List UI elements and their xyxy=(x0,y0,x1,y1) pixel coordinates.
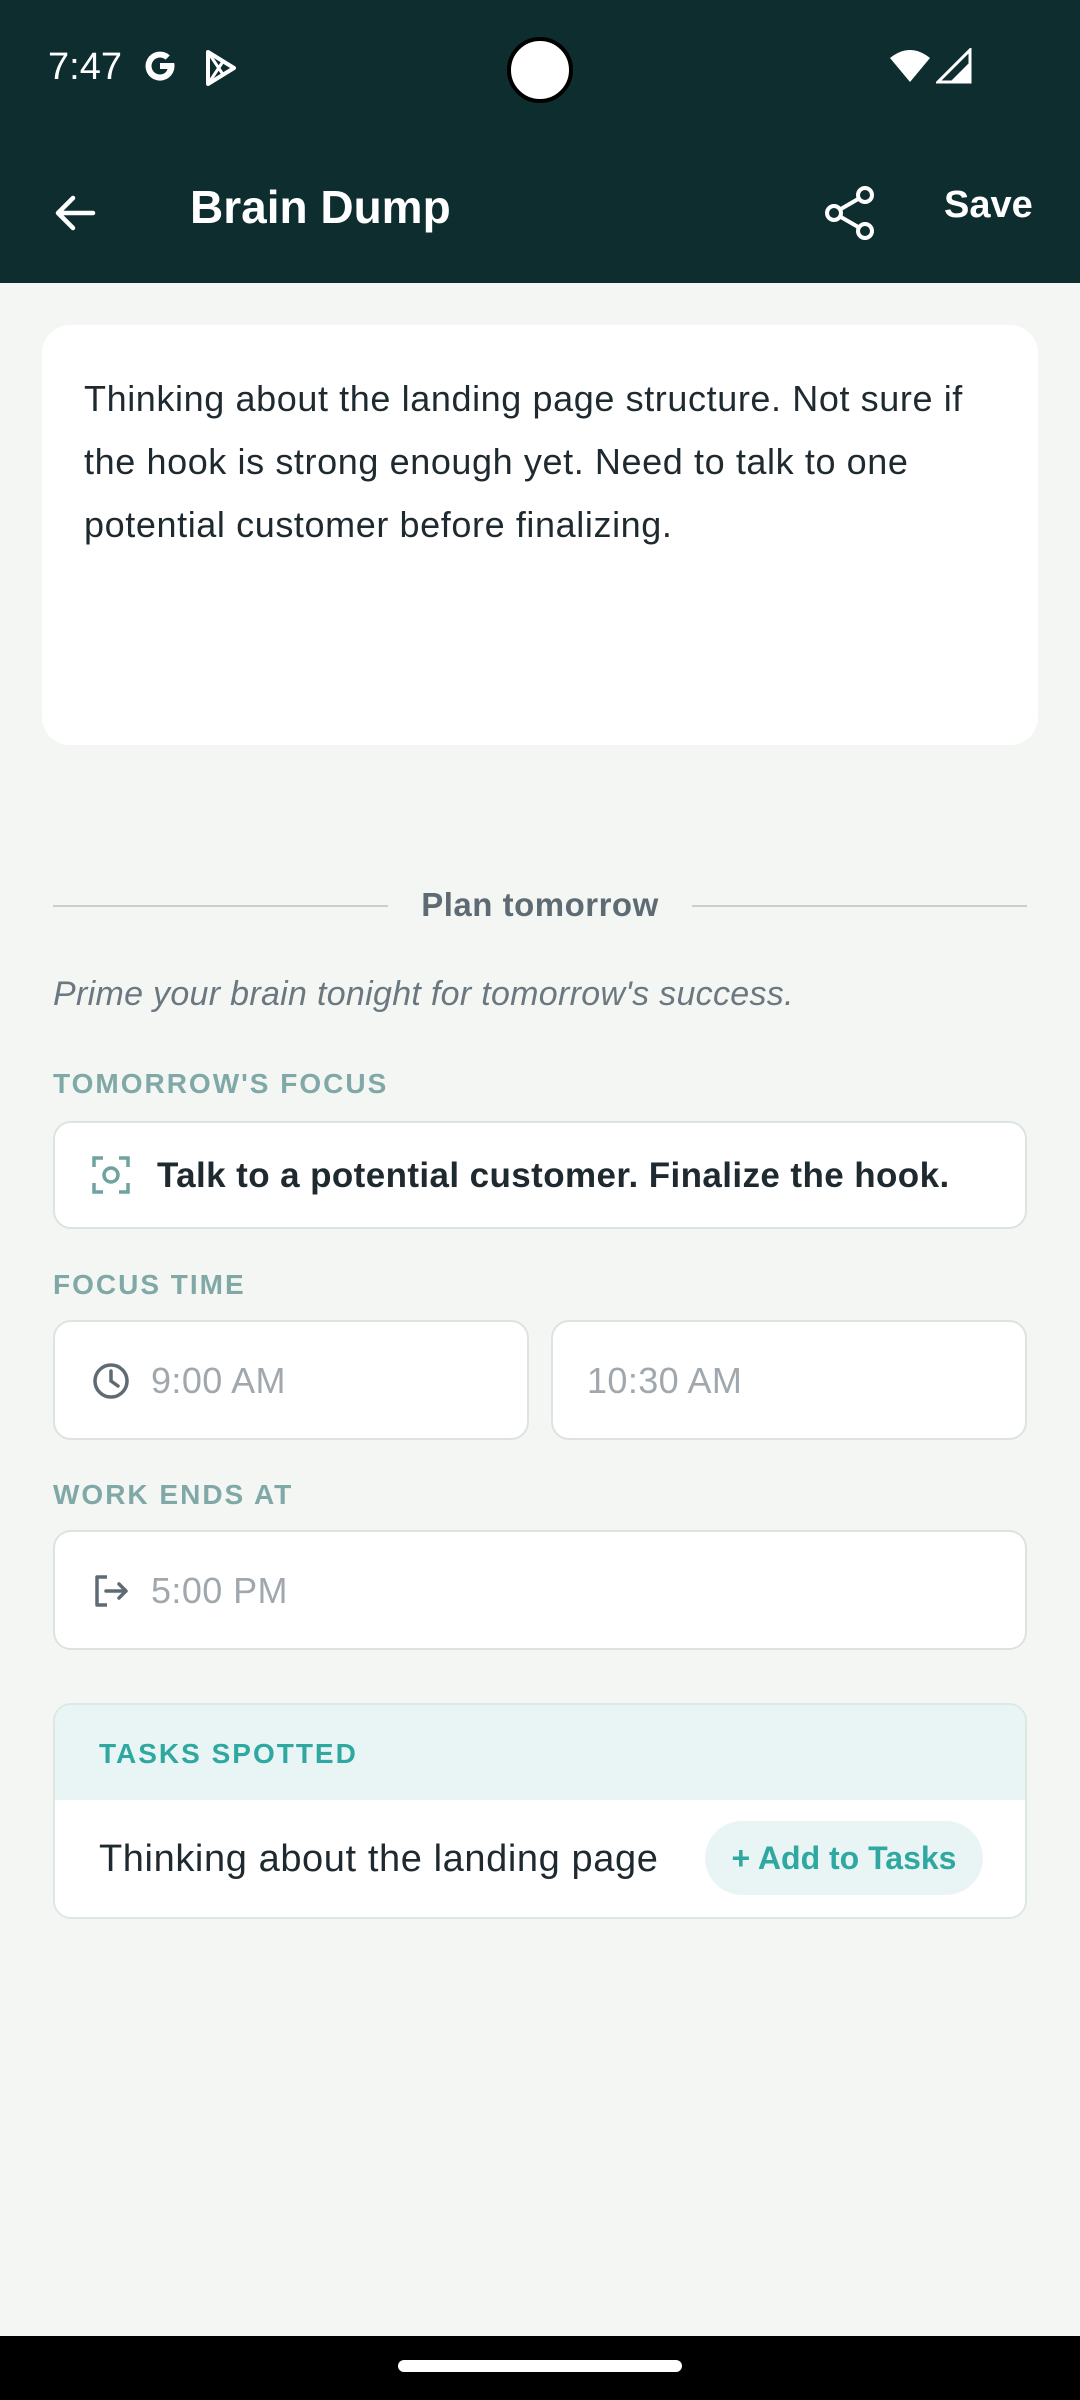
brain-dump-note-card[interactable]: Thinking about the landing page structur… xyxy=(42,325,1038,745)
share-icon xyxy=(825,186,874,240)
focus-field[interactable]: Talk to a potential customer. Finalize t… xyxy=(53,1121,1027,1229)
plan-tomorrow-heading: Plan tomorrow xyxy=(421,886,659,923)
divider-line xyxy=(53,905,388,907)
signal-icon xyxy=(936,48,972,84)
play-store-icon xyxy=(206,50,236,86)
focus-start-placeholder: 9:00 AM xyxy=(151,1360,286,1401)
focus-end-placeholder: 10:30 AM xyxy=(587,1360,743,1401)
work-ends-label: WORK ENDS AT xyxy=(53,1479,294,1510)
add-to-tasks-button[interactable]: + Add to Tasks xyxy=(705,1821,983,1895)
focus-value: Talk to a potential customer. Finalize t… xyxy=(157,1156,950,1195)
work-ends-placeholder: 5:00 PM xyxy=(151,1570,288,1611)
back-button[interactable] xyxy=(40,178,110,248)
focus-time-label: FOCUS TIME xyxy=(53,1269,246,1300)
arrow-back-icon xyxy=(55,195,96,231)
tasks-spotted-label: TASKS SPOTTED xyxy=(99,1738,358,1769)
system-nav-bar xyxy=(0,2336,1080,2400)
google-icon xyxy=(145,51,175,81)
page-title: Brain Dump xyxy=(190,181,451,233)
share-button[interactable] xyxy=(815,178,885,248)
status-time: 7:47 xyxy=(48,46,122,88)
app-bar: Brain Dump Save xyxy=(0,140,1080,283)
plan-tomorrow-divider: Plan tomorrow xyxy=(53,880,1027,930)
status-bar: 7:47 xyxy=(0,0,1080,140)
note-text[interactable]: Thinking about the landing page structur… xyxy=(84,367,1014,556)
divider-line xyxy=(692,905,1027,907)
spotted-task-text: Thinking about the landing page xyxy=(99,1838,659,1880)
focus-end-time-field[interactable]: 10:30 AM xyxy=(551,1320,1027,1440)
work-ends-field[interactable]: 5:00 PM xyxy=(53,1530,1027,1650)
logout-icon xyxy=(95,1575,128,1607)
tasks-spotted-card: TASKS SPOTTED Thinking about the landing… xyxy=(53,1703,1027,1919)
camera-cutout xyxy=(507,37,573,103)
plan-subtitle: Prime your brain tonight for tomorrow's … xyxy=(53,975,794,1013)
focus-start-time-field[interactable]: 9:00 AM xyxy=(53,1320,529,1440)
focus-target-icon xyxy=(92,1156,130,1194)
save-button[interactable]: Save xyxy=(944,184,1033,227)
focus-label: TOMORROW'S FOCUS xyxy=(53,1068,389,1099)
tasks-spotted-header: TASKS SPOTTED xyxy=(55,1705,1025,1800)
clock-icon xyxy=(93,1363,129,1399)
home-indicator[interactable] xyxy=(398,2360,682,2372)
wifi-icon xyxy=(890,50,930,82)
